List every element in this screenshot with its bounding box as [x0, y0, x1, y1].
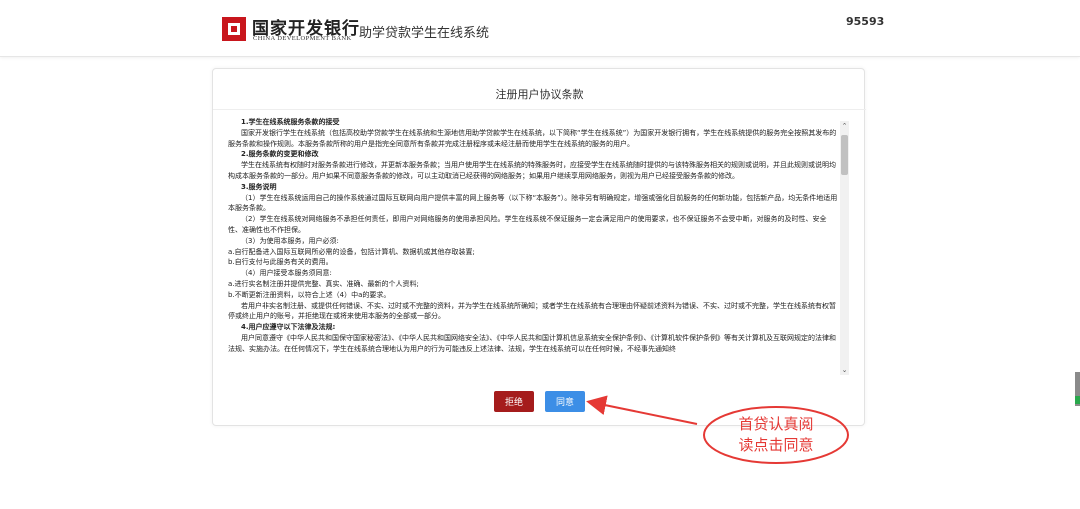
terms-content[interactable]: 1.学生在线系统服务条款的接受国家开发银行学生在线系统（包括高校助学贷款学生在线…: [228, 117, 840, 422]
terms-paragraph: 学生在线系统有权随时对服务条款进行修改，并更新本服务条款；当用户使用学生在线系统…: [228, 161, 836, 180]
terms-heading: 1.学生在线系统服务条款的接受: [241, 118, 340, 126]
terms-scrollbar[interactable]: ⌃ ⌄: [840, 121, 849, 375]
cdb-logo-icon: [222, 17, 246, 41]
terms-paragraph: a.进行实名制注册并提供完整、真实、准确、最新的个人资料;: [228, 279, 419, 288]
terms-paragraph: b.自行支付与此服务有关的费用。: [228, 258, 333, 267]
system-title: 助学贷款学生在线系统: [359, 26, 490, 41]
terms-paragraph: 国家开发银行学生在线系统（包括高校助学贷款学生在线系统和生源地信用助学贷款学生在…: [228, 128, 837, 148]
terms-paragraph: 若用户非实名制注册、或提供任何错误、不实、过时或不完整的资料，并为学生在线系统所…: [228, 301, 836, 321]
terms-paragraph: b.不断更新注册资料，以符合上述（4）中a的要求。: [228, 290, 391, 299]
annotation-line-1: 首贷认真阅: [738, 415, 814, 433]
title-divider: [213, 109, 866, 110]
brand-name-en: CHINA DEVELOPMENT BANK: [253, 35, 352, 42]
scroll-thumb[interactable]: [841, 135, 848, 175]
hotline-number: 95593: [846, 15, 885, 28]
terms-paragraph: （3）为使用本服务，用户必须:: [241, 236, 339, 245]
annotation-note: 首贷认真阅 读点击同意: [702, 407, 850, 464]
dialog-title: 注册用户协议条款: [495, 88, 584, 101]
side-float-widget[interactable]: [1075, 372, 1080, 406]
top-header: 国家开发银行 CHINA DEVELOPMENT BANK 助学贷款学生在线系统…: [0, 0, 1080, 57]
scroll-down-icon[interactable]: ⌄: [840, 365, 849, 375]
terms-paragraph: （4）用户接受本服务须同意:: [241, 269, 332, 278]
agreement-dialog: 注册用户协议条款 1.学生在线系统服务条款的接受国家开发银行学生在线系统（包括高…: [212, 68, 866, 426]
terms-heading: 3.服务说明: [241, 182, 277, 191]
terms-heading: 4.用户应遵守以下法律及法规:: [241, 323, 336, 332]
terms-heading: 2.服务条款的变更和修改: [241, 150, 319, 159]
annotation-line-2: 读点击同意: [738, 436, 814, 454]
scroll-up-icon[interactable]: ⌃: [840, 121, 849, 131]
terms-paragraph: （1）学生在线系统运用自己的操作系统通过国际互联网向用户提供丰富的网上服务等（以…: [228, 193, 838, 213]
agree-button[interactable]: 同意: [545, 391, 585, 412]
terms-paragraph: 用户同意遵守《中华人民共和国保守国家秘密法》、《中华人民共和国网络安全法》、《中…: [228, 333, 836, 353]
reject-button[interactable]: 拒绝: [494, 391, 534, 412]
terms-paragraph: a.自行配备进入国际互联网所必需的设备，包括计算机、数据机或其他存取装置;: [228, 247, 475, 256]
terms-paragraph: （2）学生在线系统对网络服务不承担任何责任，即用户对网络服务的使用承担风险。学生…: [228, 215, 827, 234]
